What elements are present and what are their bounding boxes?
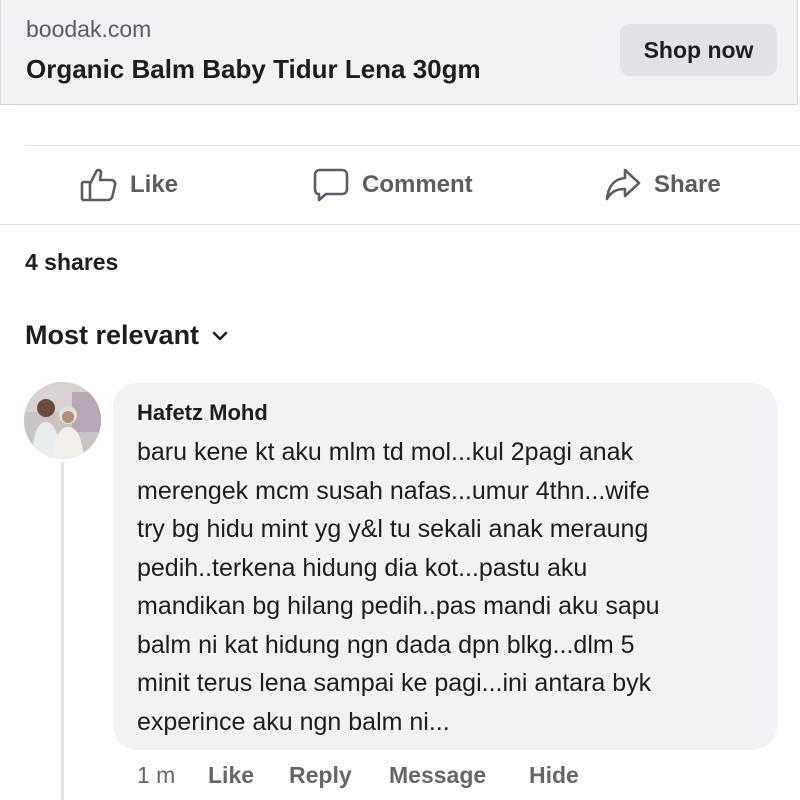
comment-button[interactable]: Comment: [312, 146, 473, 224]
comment-like-button[interactable]: Like: [208, 762, 254, 789]
comment-bubble: Hafetz Mohd baru kene kt aku mlm td mol.…: [113, 383, 777, 750]
divider-bottom: [0, 224, 800, 225]
chevron-down-icon: [212, 331, 228, 340]
thread-line: [61, 462, 64, 800]
share-label: Share: [654, 171, 721, 198]
profile-photo-icon: [24, 382, 101, 459]
comment-line: mandikan bg hilang pedih..pas mandi aku …: [137, 592, 660, 620]
comment-sort-dropdown[interactable]: Most relevant: [25, 320, 229, 351]
comment-line: pedih..terkena hidung dia kot...pastu ak…: [137, 553, 588, 582]
comment-line: minit terus lena sampai ke pagi...ini an…: [137, 669, 652, 697]
comment-line: try bg hidu mint yg y&l tu sekali anak m…: [137, 515, 649, 543]
share-button[interactable]: Share: [604, 146, 721, 224]
link-title[interactable]: Organic Balm Baby Tidur Lena 30gm: [26, 54, 481, 85]
like-button[interactable]: Like: [80, 146, 178, 224]
thumbs-up-icon: [80, 168, 117, 202]
comment-message-button[interactable]: Message: [389, 762, 486, 789]
speech-bubble-icon: [313, 168, 349, 202]
link-domain: boodak.com: [26, 16, 152, 42]
link-preview-card[interactable]: boodak.com Organic Balm Baby Tidur Lena …: [0, 0, 798, 105]
avatar[interactable]: [24, 382, 101, 459]
comment-line: balm ni kat hidung ngn dada dpn blkg...d…: [137, 630, 635, 659]
comment-line: merengek mcm susah nafas...umur 4thn...w…: [137, 476, 650, 505]
comment-text: baru kene kt aku mlm td mol...kul 2pagi …: [137, 433, 763, 741]
comment-line: baru kene kt aku mlm td mol...kul 2pagi …: [137, 438, 634, 466]
share-arrow-icon: [605, 168, 641, 201]
comment-line: experince aku ngn balm ni...: [137, 707, 450, 736]
comment-hide-button[interactable]: Hide: [529, 762, 579, 789]
shop-now-button[interactable]: Shop now: [620, 24, 777, 76]
comment-timestamp[interactable]: 1 m: [137, 762, 175, 789]
comment-author[interactable]: Hafetz Mohd: [137, 400, 268, 426]
comment-label: Comment: [362, 171, 473, 198]
like-label: Like: [130, 171, 179, 198]
sort-label: Most relevant: [25, 320, 200, 350]
shares-count[interactable]: 4 shares: [25, 249, 118, 276]
comment-reply-button[interactable]: Reply: [289, 762, 352, 789]
post-action-bar: Like Comment Share: [0, 146, 800, 224]
